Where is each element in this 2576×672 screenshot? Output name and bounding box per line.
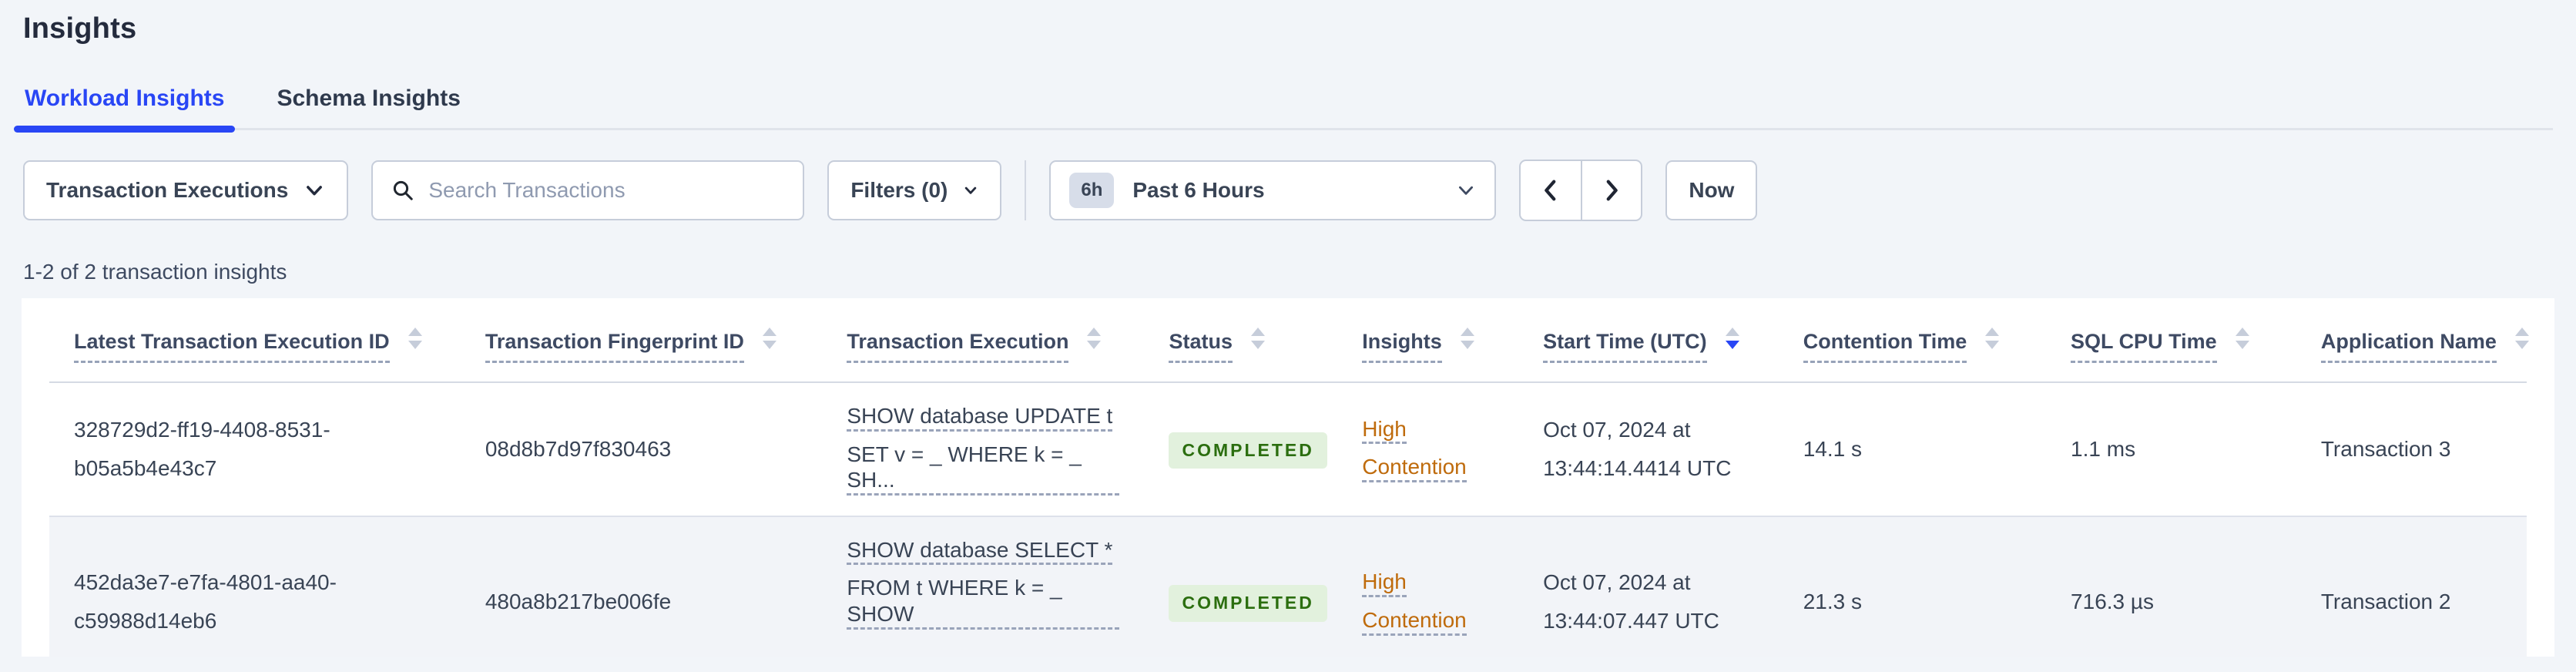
column-header-contention-time[interactable]: Contention Time	[1778, 298, 2047, 383]
sort-icon	[1087, 327, 1102, 349]
table-row: 452da3e7-e7fa-4801-aa40-c59988d14eb6 480…	[49, 516, 2527, 657]
insight-link[interactable]: High	[1362, 416, 1407, 445]
tab-label: Workload Insights	[25, 86, 225, 111]
column-header-transaction-execution[interactable]: Transaction Execution	[822, 298, 1145, 383]
chevron-down-icon	[1459, 186, 1474, 195]
column-header-latest-transaction-execution-id[interactable]: Latest Transaction Execution ID	[49, 298, 461, 383]
transaction-execution-cell: SHOW database UPDATE t SET v = _ WHERE k…	[822, 382, 1144, 516]
now-button[interactable]: Now	[1665, 160, 1758, 220]
search-input[interactable]	[428, 178, 785, 203]
insights-table-card: Latest Transaction Execution ID Transact…	[22, 298, 2554, 657]
sort-icon	[1250, 327, 1265, 349]
chevron-left-icon	[1545, 180, 1556, 201]
application-name: Transaction 2	[2320, 590, 2451, 614]
now-label: Now	[1689, 178, 1735, 202]
chevron-down-icon	[965, 186, 977, 194]
table-row: 328729d2-ff19-4408-8531-b05a5b4e43c7 08d…	[49, 382, 2527, 516]
insight-link[interactable]: Contention	[1362, 454, 1467, 482]
toolbar-divider	[1025, 160, 1027, 220]
execution-id: 452da3e7-e7fa-4801-aa40-c59988d14eb6	[74, 570, 337, 633]
toolbar: Transaction Executions Filters (0) 6h Pa…	[23, 160, 2553, 221]
time-pager	[1519, 160, 1643, 221]
sort-icon	[1985, 327, 2000, 349]
insights-table: Latest Transaction Execution ID Transact…	[49, 298, 2529, 657]
sort-icon	[408, 327, 422, 349]
insights-page: Insights Workload Insights Schema Insigh…	[0, 12, 2576, 672]
sort-icon	[2514, 327, 2529, 349]
time-range-select[interactable]: 6h Past 6 Hours	[1049, 160, 1497, 220]
sort-icon	[1460, 327, 1474, 349]
column-header-start-time[interactable]: Start Time (UTC)	[1518, 298, 1779, 383]
sql-cpu-time: 716.3 µs	[2071, 590, 2155, 614]
table-header-row: Latest Transaction Execution ID Transact…	[49, 298, 2529, 383]
status-badge: COMPLETED	[1169, 585, 1327, 622]
fingerprint-id: 08d8b7d97f830463	[485, 436, 672, 461]
search-icon	[394, 180, 414, 200]
search-box[interactable]	[371, 160, 805, 220]
transaction-execution-link[interactable]: SHOW database SELECT *	[847, 537, 1113, 566]
tab-bar: Workload Insights Schema Insights	[13, 86, 2553, 133]
results-count: 1-2 of 2 transaction insights	[23, 260, 287, 284]
insight-type-select[interactable]: Transaction Executions	[23, 160, 349, 220]
contention-time: 21.3 s	[1803, 590, 1863, 614]
column-header-insights[interactable]: Insights	[1337, 298, 1519, 383]
status-badge: COMPLETED	[1169, 432, 1327, 469]
page-title: Insights	[23, 12, 137, 45]
execution-id: 328729d2-ff19-4408-8531-b05a5b4e43c7	[74, 417, 330, 480]
time-range-label: Past 6 Hours	[1132, 178, 1265, 202]
insight-type-label: Transaction Executions	[46, 178, 289, 202]
insight-link[interactable]: Contention	[1362, 607, 1467, 636]
start-time: Oct 07, 2024 at 13:44:07.447 UTC	[1543, 570, 1719, 633]
sort-icon-active-desc	[1725, 327, 1739, 349]
next-time-button[interactable]	[1581, 161, 1641, 220]
insights-cell: High Contention	[1337, 382, 1518, 516]
sql-cpu-time: 1.1 ms	[2071, 436, 2136, 461]
tab-schema-insights[interactable]: Schema Insights	[275, 86, 461, 130]
fingerprint-id: 480a8b217be006fe	[485, 590, 672, 614]
start-time: Oct 07, 2024 at 13:44:14.4414 UTC	[1543, 417, 1732, 480]
transaction-execution-link[interactable]: FROM t WHERE k = _ SHOW	[847, 575, 1120, 630]
insights-cell: High Contention	[1337, 516, 1518, 657]
time-range-badge: 6h	[1069, 173, 1115, 208]
chevron-down-icon	[307, 186, 323, 196]
transaction-execution-link[interactable]: SHOW database UPDATE t	[847, 403, 1113, 432]
column-header-sql-cpu-time[interactable]: SQL CPU Time	[2046, 298, 2296, 383]
contention-time: 14.1 s	[1803, 436, 1863, 461]
column-header-transaction-fingerprint-id[interactable]: Transaction Fingerprint ID	[460, 298, 823, 383]
tab-label: Schema Insights	[277, 86, 461, 111]
prev-time-button[interactable]	[1521, 161, 1581, 220]
column-header-application-name[interactable]: Application Name	[2296, 298, 2529, 383]
application-name: Transaction 3	[2320, 436, 2451, 461]
transaction-execution-link[interactable]: SET v = _ WHERE k = _ SH...	[847, 442, 1120, 496]
chevron-right-icon	[1606, 180, 1618, 201]
filters-button[interactable]: Filters (0)	[827, 160, 1002, 220]
transaction-execution-link[interactable]: ...	[847, 640, 864, 657]
tab-workload-insights[interactable]: Workload Insights	[13, 86, 236, 133]
insight-link[interactable]: High	[1362, 569, 1407, 597]
transaction-execution-cell: SHOW database SELECT * FROM t WHERE k = …	[822, 516, 1144, 657]
sort-icon	[762, 327, 776, 349]
column-header-status[interactable]: Status	[1144, 298, 1338, 383]
filters-label: Filters (0)	[850, 178, 948, 202]
sort-icon	[2235, 327, 2249, 349]
